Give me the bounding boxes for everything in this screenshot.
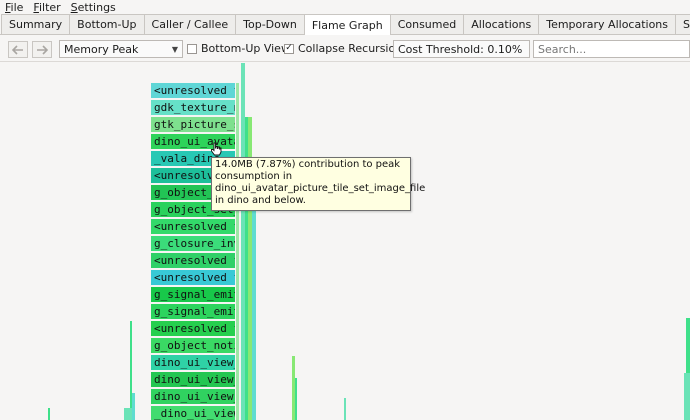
tab-summary[interactable]: Summary — [1, 14, 71, 34]
flame-strip[interactable] — [252, 193, 256, 420]
flame-frame[interactable]: gtk_picture_s — [151, 117, 235, 132]
arrow-forward-icon — [37, 44, 48, 55]
flame-strip[interactable] — [295, 378, 297, 420]
cost-threshold-spinbox[interactable]: Cost Threshold: 0.10% — [393, 40, 530, 58]
flame-frame[interactable]: _dino_ui_view — [151, 406, 235, 420]
tab-top-down[interactable]: Top-Down — [236, 14, 305, 34]
tab-consumed[interactable]: Consumed — [390, 14, 465, 34]
menu-filter-label: ilter — [38, 0, 61, 14]
arrow-back-icon — [12, 44, 23, 55]
hand-cursor-icon — [211, 142, 222, 156]
tooltip: 14.0MB (7.87%) contribution to peak cons… — [211, 157, 426, 211]
flame-strip[interactable] — [344, 398, 346, 420]
checkmark-icon: ✓ — [284, 43, 294, 54]
flame-frame[interactable]: g_signal_emit — [151, 287, 235, 302]
tab-sizes[interactable]: Sizes — [676, 14, 690, 34]
flame-strip[interactable] — [124, 408, 132, 420]
menubar: File Filter Settings — [0, 0, 690, 14]
flame-graph-canvas[interactable]: <unresolved f gdk_texture_n gtk_picture_sd… — [0, 63, 690, 420]
flame-frame[interactable]: <unresolved f — [151, 253, 235, 268]
search-box[interactable] — [533, 40, 690, 58]
bottom-up-view-label: Bottom-Up View — [201, 42, 290, 55]
flame-frame[interactable]: g_object_noti — [151, 338, 235, 353]
flame-strip[interactable] — [236, 83, 239, 420]
flame-frame[interactable]: dino_ui_avata — [151, 134, 235, 149]
tooltip-line: 14.0MB (7.87%) contribution to peak — [215, 159, 401, 170]
menu-file-label: ile — [10, 0, 24, 14]
flame-frame[interactable]: <unresolved f — [151, 270, 235, 285]
back-button[interactable] — [8, 41, 28, 58]
cost-type-value: Memory Peak — [64, 42, 139, 56]
flame-frame[interactable]: g_signal_emit — [151, 304, 235, 319]
flame-frame[interactable]: <unresolved f — [151, 83, 235, 98]
checkbox-unchecked-icon — [187, 43, 197, 54]
tab-temporary-allocations[interactable]: Temporary Allocations — [539, 14, 677, 34]
cost-type-select[interactable]: Memory Peak ▼ — [59, 40, 183, 58]
flame-frame[interactable]: dino_ui_view_ — [151, 372, 235, 387]
menu-settings-accel: S — [70, 0, 78, 14]
tab-bottom-up[interactable]: Bottom-Up — [70, 14, 145, 34]
chevron-down-icon: ▼ — [171, 44, 178, 54]
flame-strip[interactable] — [686, 318, 690, 373]
flame-strip[interactable] — [132, 393, 135, 420]
collapse-recursion-checkbox[interactable]: ✓ Collapse Recursion — [284, 42, 402, 55]
bottom-up-view-checkbox[interactable]: Bottom-Up View — [187, 42, 290, 55]
tooltip-line: dino_ui_avatar_picture_tile_set_image_fi… — [215, 183, 426, 194]
search-input[interactable] — [538, 42, 685, 56]
flame-frame[interactable]: g_closure_inv — [151, 236, 235, 251]
flame-frame[interactable]: <unresolved f — [151, 219, 235, 234]
tab-bar: Summary Bottom-Up Caller / Callee Top-Do… — [0, 14, 690, 35]
tab-flame-graph[interactable]: Flame Graph — [304, 14, 391, 35]
menu-file[interactable]: File — [0, 1, 28, 14]
menu-settings-label: ettings — [77, 0, 116, 14]
flame-strip[interactable] — [48, 408, 50, 420]
tooltip-line: consumption in — [215, 171, 293, 182]
menu-settings[interactable]: Settings — [66, 1, 121, 14]
tab-allocations[interactable]: Allocations — [464, 14, 540, 34]
flame-frame[interactable]: dino_ui_view_ — [151, 355, 235, 370]
flame-frame[interactable]: gdk_texture_n — [151, 100, 235, 115]
forward-button[interactable] — [32, 41, 52, 58]
cost-threshold-value: Cost Threshold: 0.10% — [398, 42, 523, 56]
flame-frame[interactable]: <unresolved f — [151, 321, 235, 336]
tooltip-line: in dino and below. — [215, 195, 306, 206]
tab-caller-callee[interactable]: Caller / Callee — [144, 14, 237, 34]
collapse-recursion-label: Collapse Recursion — [298, 42, 403, 55]
flame-frame[interactable]: dino_ui_view_ — [151, 389, 235, 404]
flame-strip[interactable] — [684, 373, 690, 420]
toolbar: Memory Peak ▼ Bottom-Up View ✓ Collapse … — [0, 36, 690, 62]
menu-filter[interactable]: Filter — [28, 1, 65, 14]
